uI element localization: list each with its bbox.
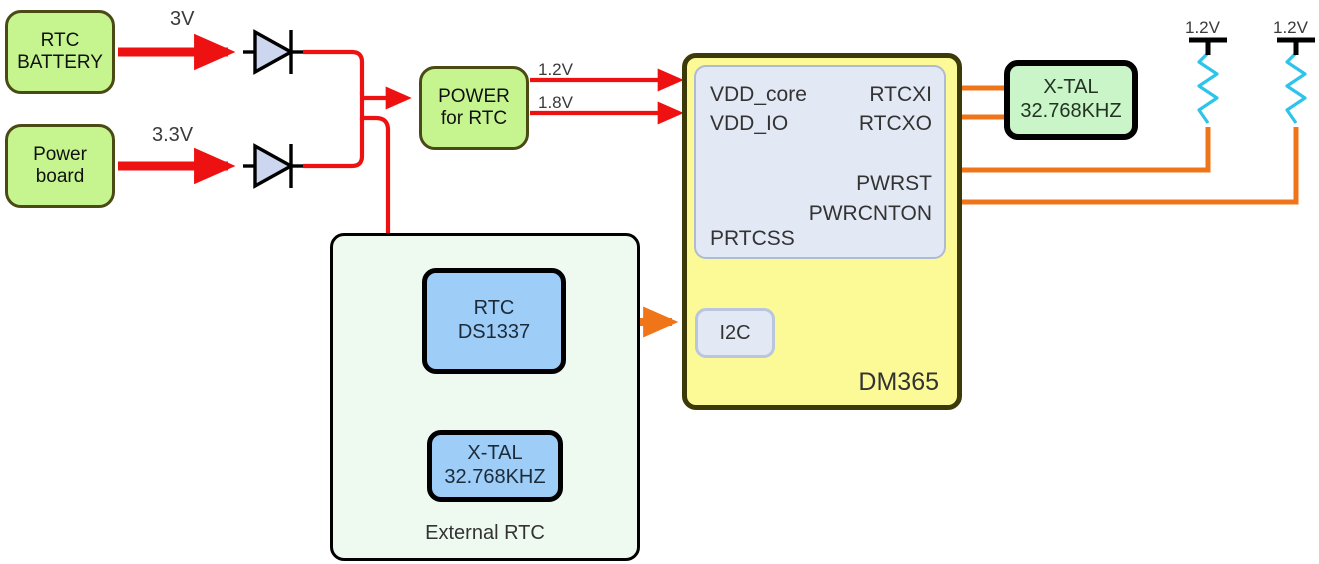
pin-pwrst: PWRST <box>856 172 932 195</box>
block-power-for-rtc[interactable]: POWER for RTC <box>419 66 529 150</box>
power-board-line2: board <box>35 166 85 187</box>
rail-symbol-pwrst <box>1189 37 1227 55</box>
pin-vdd-core: VDD_core <box>710 83 807 106</box>
diode-powerboard <box>243 143 305 189</box>
block-i2c[interactable]: I2C <box>695 308 775 358</box>
label-1v2-core: 1.2V <box>538 60 573 79</box>
label-3v: 3V <box>170 8 195 30</box>
xtal-dm365-line2: 32.768KHZ <box>1020 100 1122 122</box>
diode-battery <box>243 29 305 75</box>
wire-diode-bus <box>303 49 365 169</box>
block-power-board[interactable]: Power board <box>5 124 115 208</box>
pin-rtcxo: RTCXO <box>858 112 932 135</box>
power-for-rtc-line1: POWER <box>438 85 510 107</box>
pullup-resistor-pwrst <box>1197 51 1219 124</box>
label-1v2-pullup-pwrcnton: 1.2V <box>1273 18 1308 37</box>
pin-pwrcnton: PWRCNTON <box>808 202 932 225</box>
dm365-label: DM365 <box>858 368 939 396</box>
block-diagram: RTC BATTERY Power board POWER for RTC Ex… <box>0 0 1319 564</box>
label-1v2-pullup-pwrst: 1.2V <box>1185 18 1220 37</box>
xtal-external-line1: X-TAL <box>467 442 523 465</box>
xtal-external-line2: 32.768KHZ <box>444 466 546 488</box>
pin-rtcxi: RTCXI <box>869 83 932 106</box>
power-board-line1: Power <box>33 143 87 165</box>
block-rtc-battery[interactable]: RTC BATTERY <box>5 10 115 94</box>
block-rtc-ds1337[interactable]: RTC DS1337 <box>422 268 566 374</box>
pullup-resistor-pwrcnton <box>1285 51 1307 124</box>
power-for-rtc-line2: for RTC <box>440 108 508 129</box>
label-1v8-io: 1.8V <box>538 93 573 112</box>
rtc-battery-line1: RTC <box>40 29 80 51</box>
external-rtc-group-label: External RTC <box>425 522 545 545</box>
rtc-battery-line2: BATTERY <box>17 52 103 73</box>
rail-symbol-pwrcnton <box>1277 37 1315 55</box>
ds1337-line2: DS1337 <box>457 321 531 343</box>
block-prtcss[interactable]: VDD_core VDD_IO RTCXI RTCXO PWRST PWRCNT… <box>694 65 946 259</box>
label-3v3: 3.3V <box>152 124 194 146</box>
block-dm365[interactable]: VDD_core VDD_IO RTCXI RTCXO PWRST PWRCNT… <box>682 53 962 410</box>
block-xtal-external[interactable]: X-TAL 32.768KHZ <box>427 430 563 502</box>
block-xtal-dm365[interactable]: X-TAL 32.768KHZ <box>1004 60 1138 140</box>
ds1337-line1: RTC <box>473 297 515 320</box>
prtcss-label: PRTCSS <box>710 227 795 250</box>
i2c-label: I2C <box>719 321 751 344</box>
pin-vdd-io: VDD_IO <box>710 112 789 135</box>
xtal-dm365-line1: X-TAL <box>1043 76 1099 99</box>
